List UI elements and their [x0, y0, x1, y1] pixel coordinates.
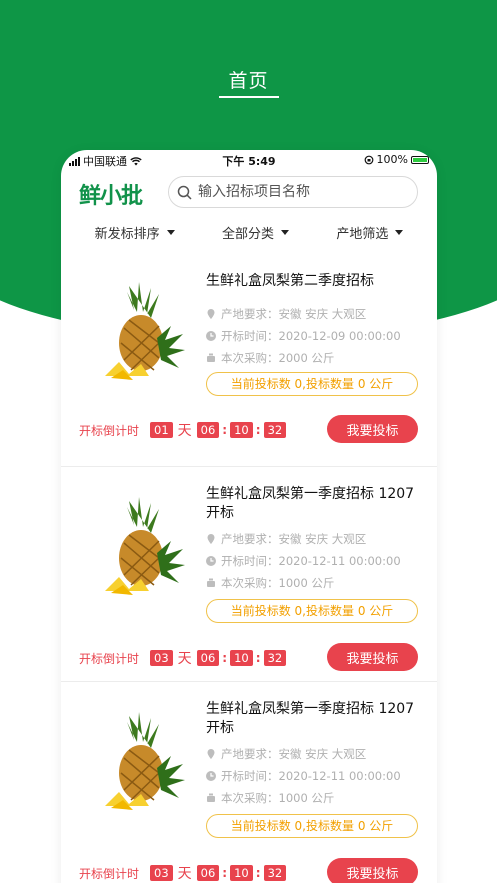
- scale-icon: [207, 793, 215, 802]
- countdown: 开标倒计时 03 天 06: 10: 32: [79, 863, 287, 883]
- bid-status-pill: 当前投标数 0,投标数量 0 公斤: [206, 814, 418, 838]
- filter-category[interactable]: 全部分类: [222, 223, 289, 242]
- page-title: 首页: [228, 70, 269, 92]
- page-title-underline: [219, 96, 279, 98]
- app-screen: 首页 中国联通 下午 5:49 100% 鲜小批 新发标排序: [0, 0, 497, 883]
- filter-sort[interactable]: 新发标排序: [95, 223, 175, 242]
- countdown-seconds: 32: [263, 865, 287, 881]
- status-bar: 中国联通 下午 5:49 100%: [61, 150, 437, 170]
- clock-icon: [206, 771, 216, 781]
- countdown: 开标倒计时 01 天 06: 10: 32: [79, 420, 287, 440]
- countdown-minutes: 10: [230, 422, 253, 438]
- open-time-row: 开标时间：2020-12-11 00:00:00: [206, 553, 401, 569]
- countdown-label: 开标倒计时: [79, 866, 140, 881]
- tender-title: 生鲜礼盒凤梨第一季度招标 1207 开标: [206, 701, 415, 736]
- location-icon: [207, 534, 215, 544]
- location-icon: [207, 309, 215, 319]
- search-box[interactable]: [168, 176, 418, 208]
- bid-status-pill: 当前投标数 0,投标数量 0 公斤: [206, 599, 418, 623]
- tender-card[interactable]: 生鲜礼盒凤梨第一季度招标 1207 开标 产地要求：安徽 安庆 大观区 开标时间…: [61, 682, 437, 883]
- battery-icon: [411, 155, 429, 164]
- purchase-row: 本次采购：2000 公斤: [206, 350, 334, 366]
- search-icon: [177, 185, 192, 200]
- countdown-day-unit: 天: [177, 866, 192, 882]
- clock-icon: [206, 556, 216, 566]
- open-time-row: 开标时间：2020-12-11 00:00:00: [206, 768, 401, 784]
- tender-card[interactable]: 生鲜礼盒凤梨第二季度招标 产地要求：安徽 安庆 大观区 开标时间：2020-12…: [61, 252, 437, 467]
- scale-icon: [207, 578, 215, 587]
- countdown: 开标倒计时 03 天 06: 10: 32: [79, 648, 287, 668]
- scale-icon: [207, 353, 215, 362]
- countdown-minutes: 10: [230, 865, 253, 881]
- rotation-lock-icon: [364, 155, 373, 164]
- countdown-day-unit: 天: [177, 423, 192, 439]
- clock-icon: [206, 331, 216, 341]
- countdown-hours: 06: [196, 650, 220, 666]
- purchase-row: 本次采购：1000 公斤: [206, 575, 334, 591]
- bid-button[interactable]: 我要投标: [327, 858, 418, 883]
- app-header: 鲜小批: [61, 170, 437, 212]
- app-logo: 鲜小批: [79, 184, 143, 209]
- bid-status-pill: 当前投标数 0,投标数量 0 公斤: [206, 372, 418, 396]
- countdown-days: 03: [150, 650, 173, 666]
- pineapple-image: [105, 497, 185, 595]
- location-icon: [207, 749, 215, 759]
- countdown-seconds: 32: [263, 422, 287, 438]
- open-time-row: 开标时间：2020-12-09 00:00:00: [206, 328, 401, 344]
- filter-bar: 新发标排序 全部分类 产地筛选: [61, 212, 437, 252]
- origin-row: 产地要求：安徽 安庆 大观区: [206, 306, 366, 322]
- tender-title: 生鲜礼盒凤梨第一季度招标 1207 开标: [206, 486, 415, 521]
- countdown-hours: 06: [196, 865, 220, 881]
- countdown-label: 开标倒计时: [79, 651, 140, 666]
- phone-frame: 中国联通 下午 5:49 100% 鲜小批 新发标排序 全部分类 产地筛选: [61, 150, 437, 883]
- filter-origin[interactable]: 产地筛选: [336, 223, 404, 242]
- countdown-days: 03: [150, 865, 173, 881]
- tender-card[interactable]: 生鲜礼盒凤梨第一季度招标 1207 开标 产地要求：安徽 安庆 大观区 开标时间…: [61, 467, 437, 682]
- countdown-seconds: 32: [263, 650, 287, 666]
- purchase-row: 本次采购：1000 公斤: [206, 790, 334, 806]
- search-input[interactable]: [198, 184, 398, 200]
- caret-down-icon: [166, 229, 175, 235]
- caret-down-icon: [395, 229, 404, 235]
- battery-percent: 100%: [376, 153, 408, 166]
- tender-title: 生鲜礼盒凤梨第二季度招标: [206, 273, 374, 289]
- origin-row: 产地要求：安徽 安庆 大观区: [206, 746, 366, 762]
- countdown-days: 01: [150, 422, 173, 438]
- pineapple-image: [105, 282, 185, 380]
- countdown-label: 开标倒计时: [79, 423, 140, 438]
- countdown-hours: 06: [196, 422, 220, 438]
- caret-down-icon: [281, 229, 289, 235]
- pineapple-image: [105, 712, 185, 810]
- countdown-day-unit: 天: [177, 651, 192, 667]
- origin-row: 产地要求：安徽 安庆 大观区: [206, 531, 366, 547]
- bid-button[interactable]: 我要投标: [327, 415, 418, 443]
- bid-button[interactable]: 我要投标: [327, 643, 418, 671]
- countdown-minutes: 10: [230, 650, 253, 666]
